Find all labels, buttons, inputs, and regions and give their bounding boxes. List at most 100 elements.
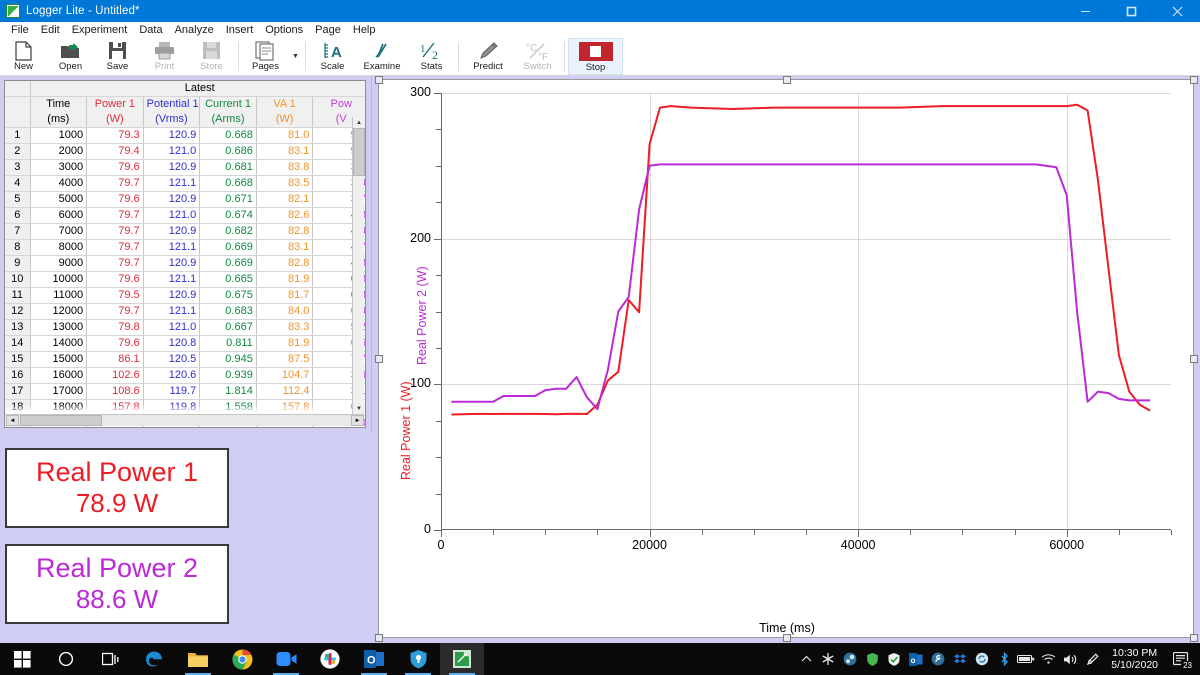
cell-p1[interactable]: 79.6 (87, 272, 144, 288)
table-row[interactable]: 9900079.7120.90.66982.84.8 (5, 256, 366, 272)
predict-button[interactable]: Predict (462, 38, 514, 75)
cell-cur[interactable]: 0.668 (200, 128, 257, 144)
cell-pot[interactable]: 120.6 (143, 368, 200, 384)
resize-handle-mid-left[interactable] (375, 355, 383, 363)
vertical-scroll-thumb[interactable] (353, 128, 365, 176)
cell-cur[interactable]: 0.674 (200, 208, 257, 224)
taskbar-clock[interactable]: 10:30 PM 5/10/2020 (1103, 647, 1166, 671)
examine-button[interactable]: Examine (356, 38, 408, 75)
cell-time[interactable]: 14000 (30, 336, 87, 352)
menu-insert[interactable]: Insert (220, 22, 260, 38)
cell-time[interactable]: 9000 (30, 256, 87, 272)
cell-va[interactable]: 83.1 (256, 144, 313, 160)
stop-button[interactable]: Stop (568, 38, 623, 75)
cell-va[interactable]: 83.8 (256, 160, 313, 176)
resize-handle-mid-right[interactable] (1190, 355, 1198, 363)
cell-va[interactable]: 81.9 (256, 336, 313, 352)
table-row[interactable]: 4400079.7121.10.66883.53.9 (5, 176, 366, 192)
cell-cur[interactable]: 0.686 (200, 144, 257, 160)
cell-time[interactable]: 2000 (30, 144, 87, 160)
cell-p1[interactable]: 86.1 (87, 352, 144, 368)
cell-pot[interactable]: 121.1 (143, 240, 200, 256)
cell-time[interactable]: 3000 (30, 160, 87, 176)
resize-handle-bottom-left[interactable] (375, 634, 383, 642)
scroll-right-arrow[interactable]: ► (351, 415, 364, 426)
cell-va[interactable]: 84.0 (256, 304, 313, 320)
cell-p1[interactable]: 79.5 (87, 288, 144, 304)
cell-va[interactable]: 83.5 (256, 176, 313, 192)
minimize-button[interactable] (1062, 0, 1108, 22)
vpn-taskbar-button[interactable] (396, 643, 440, 675)
menu-options[interactable]: Options (259, 22, 309, 38)
cell-p1[interactable]: 79.7 (87, 224, 144, 240)
table-row[interactable]: 151500086.1120.50.94587.57.7 (5, 352, 366, 368)
cell-p1[interactable]: 79.6 (87, 160, 144, 176)
cell-va[interactable]: 104.7 (256, 368, 313, 384)
menu-help[interactable]: Help (347, 22, 382, 38)
cell-p1[interactable]: 79.6 (87, 336, 144, 352)
cell-time[interactable]: 15000 (30, 352, 87, 368)
resize-handle-bottom-center[interactable] (783, 634, 791, 642)
column-header-va1[interactable]: VA 1(W) (256, 97, 313, 128)
pen-icon[interactable] (1081, 643, 1103, 675)
column-header-time[interactable]: Time(ms) (30, 97, 87, 128)
cell-va[interactable]: 82.6 (256, 208, 313, 224)
chevron-down-icon[interactable]: ▼ (289, 38, 302, 75)
cell-time[interactable]: 17000 (30, 384, 87, 400)
menu-page[interactable]: Page (309, 22, 347, 38)
cell-p1[interactable]: 79.8 (87, 320, 144, 336)
cell-cur[interactable]: 0.681 (200, 160, 257, 176)
wifi-icon[interactable] (1037, 643, 1059, 675)
cell-time[interactable]: 1000 (30, 128, 87, 144)
cell-time[interactable]: 10000 (30, 272, 87, 288)
open-button[interactable]: Open (47, 38, 94, 75)
green-shield-icon[interactable] (861, 643, 883, 675)
cell-cur[interactable]: 0.665 (200, 272, 257, 288)
table-row[interactable]: 141400079.6120.80.81181.96.6 (5, 336, 366, 352)
plot-area[interactable] (441, 93, 1171, 530)
cell-cur[interactable]: 0.669 (200, 256, 257, 272)
menu-experiment[interactable]: Experiment (66, 22, 134, 38)
table-row[interactable]: 121200079.7121.10.68384.06.9 (5, 304, 366, 320)
cell-pot[interactable]: 121.0 (143, 320, 200, 336)
cell-time[interactable]: 13000 (30, 320, 87, 336)
meter-real-power-1[interactable]: Real Power 1 78.9 W (5, 448, 229, 528)
table-row[interactable]: 131300079.8121.00.66783.35.2 (5, 320, 366, 336)
dropbox-icon[interactable] (949, 643, 971, 675)
cell-cur[interactable]: 0.669 (200, 240, 257, 256)
cell-cur[interactable]: 0.945 (200, 352, 257, 368)
cell-time[interactable]: 11000 (30, 288, 87, 304)
menu-file[interactable]: File (5, 22, 35, 38)
scroll-left-arrow[interactable]: ◄ (6, 415, 19, 426)
cell-time[interactable]: 4000 (30, 176, 87, 192)
cell-time[interactable]: 6000 (30, 208, 87, 224)
cortana-search-button[interactable] (44, 643, 88, 675)
table-row[interactable]: 8800079.7121.10.66983.14.7 (5, 240, 366, 256)
cell-time[interactable]: 5000 (30, 192, 87, 208)
table-row[interactable]: 2200079.4121.00.68683.19.2 (5, 144, 366, 160)
cell-va[interactable]: 82.1 (256, 192, 313, 208)
cell-p1[interactable]: 79.7 (87, 240, 144, 256)
cell-time[interactable]: 7000 (30, 224, 87, 240)
column-header-current1[interactable]: Current 1(Arms) (200, 97, 257, 128)
cell-pot[interactable]: 120.9 (143, 192, 200, 208)
menu-analyze[interactable]: Analyze (169, 22, 220, 38)
cell-va[interactable]: 81.7 (256, 288, 313, 304)
cell-cur[interactable]: 0.667 (200, 320, 257, 336)
start-button[interactable] (0, 643, 44, 675)
cell-p1[interactable]: 79.3 (87, 128, 144, 144)
resize-handle-bottom-right[interactable] (1190, 634, 1198, 642)
table-vertical-scrollbar[interactable]: ▲ ▼ (352, 117, 364, 414)
data-table[interactable]: Latest Time(ms) Power 1(W) Potential 1(V… (4, 80, 366, 428)
scroll-down-arrow[interactable]: ▼ (353, 403, 365, 414)
snowflake-icon[interactable] (817, 643, 839, 675)
table-row[interactable]: 5500079.6120.90.67182.13.7 (5, 192, 366, 208)
task-view-button[interactable] (88, 643, 132, 675)
battery-icon[interactable] (1015, 643, 1037, 675)
cell-va[interactable]: 82.8 (256, 224, 313, 240)
cell-p1[interactable]: 102.6 (87, 368, 144, 384)
cell-time[interactable]: 8000 (30, 240, 87, 256)
scale-button[interactable]: A Scale (309, 38, 356, 75)
cell-va[interactable]: 112.4 (256, 384, 313, 400)
cell-cur[interactable]: 1.814 (200, 384, 257, 400)
